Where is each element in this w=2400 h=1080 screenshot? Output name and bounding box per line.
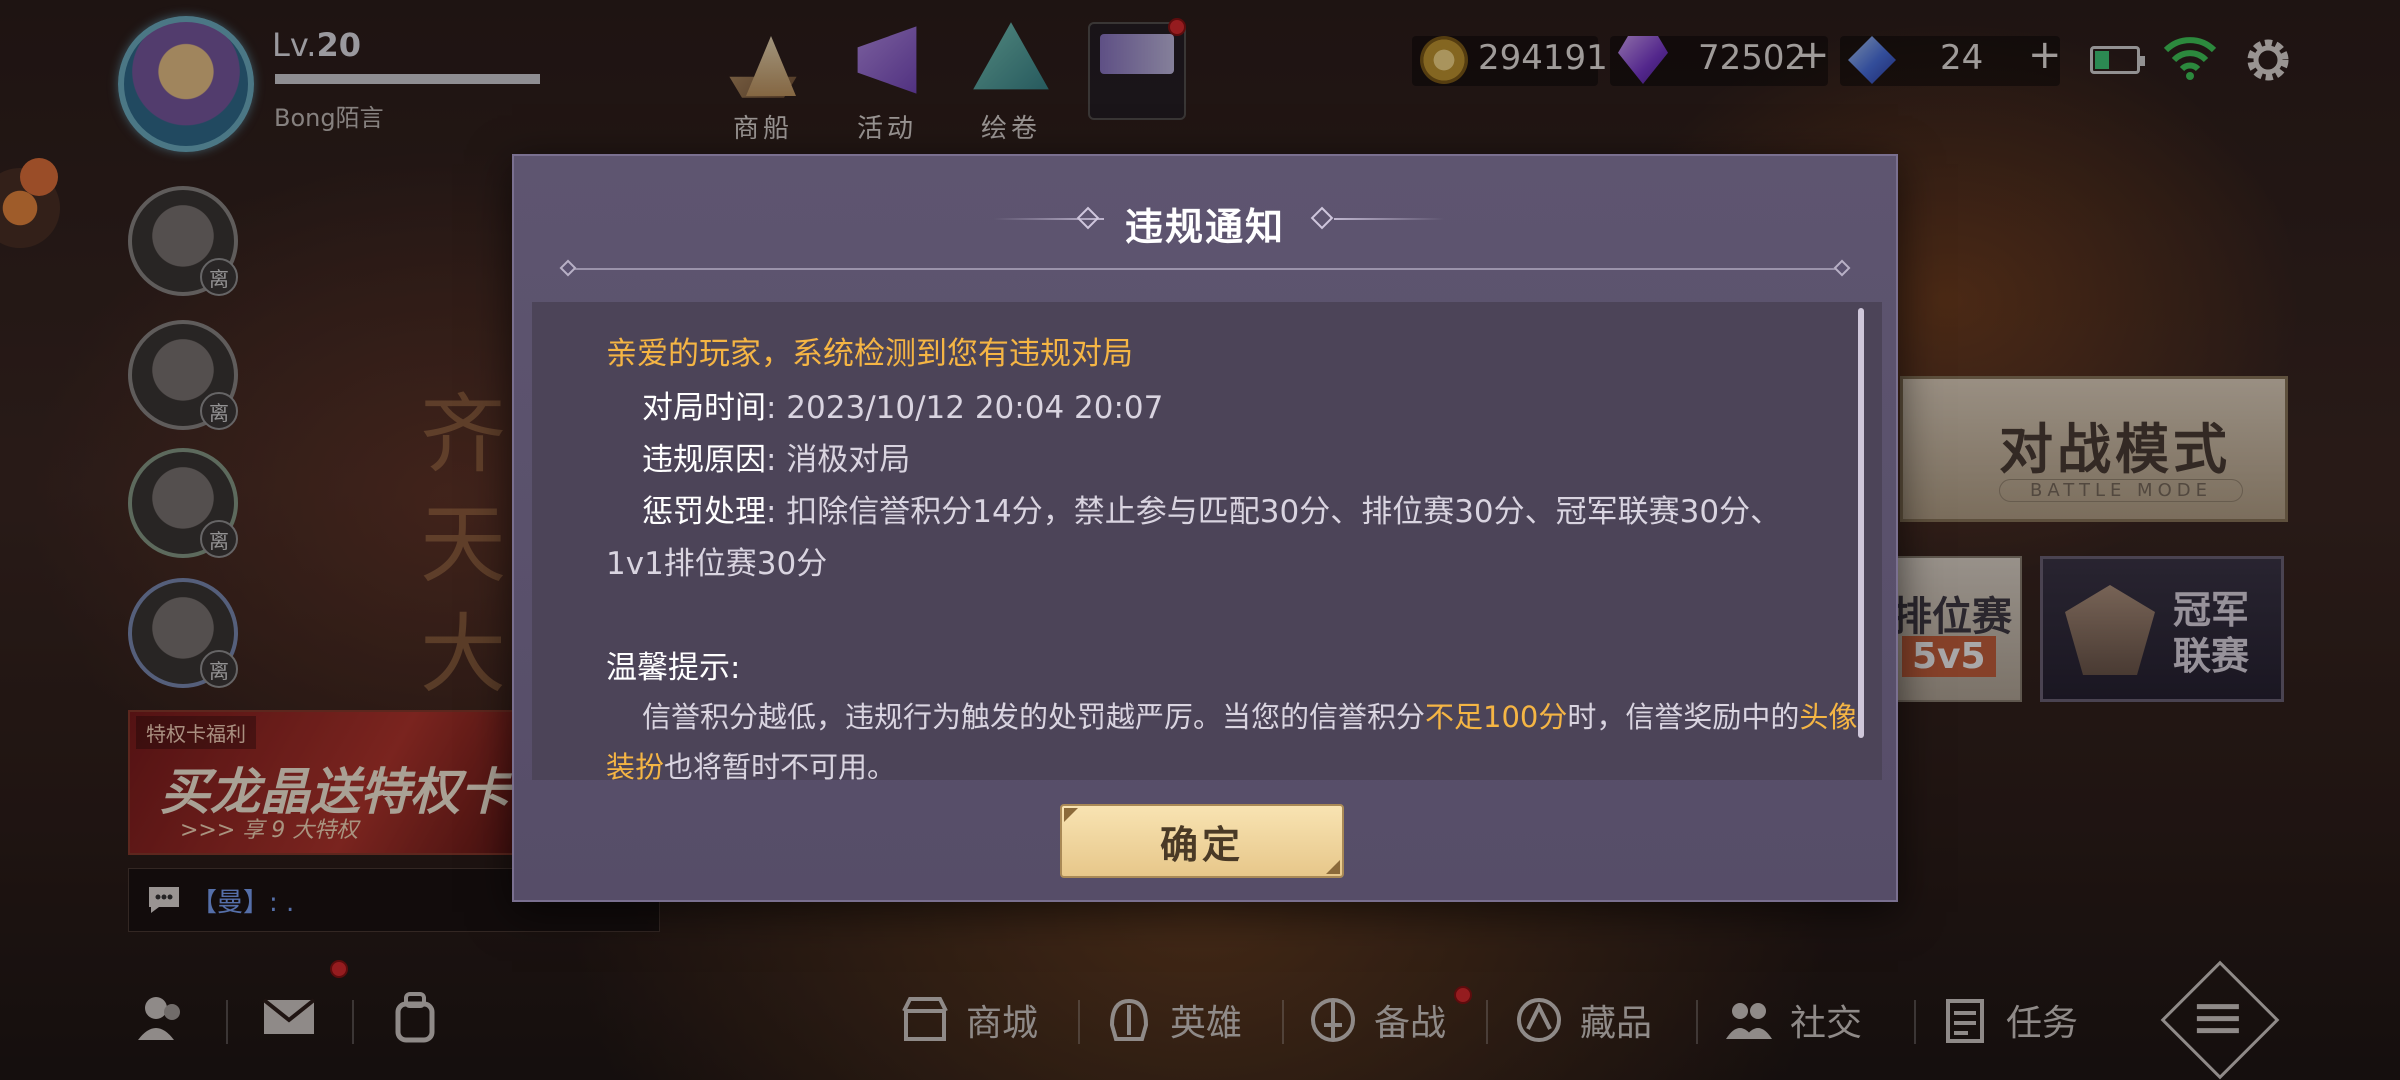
- tip-text-line2: 装扮也将暂时不可用。: [606, 750, 897, 784]
- match-time-label: 对局时间: [642, 390, 766, 426]
- penalty-value: : 扣除信誉积分14分，禁止参与匹配30分、排位赛30分、冠军联赛30分、: [766, 494, 1782, 530]
- dialog-title: 违规通知: [1124, 205, 1285, 249]
- match-time-value: : 2023/10/12 20:04 20:07: [766, 390, 1164, 426]
- dialog-scrollbar[interactable]: [1858, 308, 1864, 738]
- confirm-button[interactable]: 确定: [1060, 804, 1344, 878]
- penalty-row: 惩罚处理: 扣除信誉积分14分，禁止参与匹配30分、排位赛30分、冠军联赛30分…: [642, 486, 1781, 531]
- violation-reason-value: : 消极对局: [766, 442, 911, 478]
- greeting-text: 亲爱的玩家，系统检测到您有违规对局: [606, 336, 1133, 372]
- violation-reason-label: 违规原因: [642, 442, 766, 478]
- tip-highlight-avatar: 头像: [1799, 700, 1858, 734]
- violation-notice-dialog: 违规通知 亲爱的玩家，系统检测到您有违规对局 对局时间: 2023/10/12 …: [512, 154, 1898, 902]
- penalty-label: 惩罚处理: [642, 494, 766, 530]
- penalty-value-continued: 1v1排位赛30分: [606, 546, 828, 582]
- divider-end: [1833, 259, 1851, 277]
- tip-text-line1: 信誉积分越低，违规行为触发的处罚越严厉。当您的信誉积分不足100分时，信誉奖励中…: [642, 700, 1858, 734]
- title-ornament-right: [1334, 218, 1444, 220]
- title-divider: [568, 268, 1844, 270]
- dialog-body[interactable]: 亲爱的玩家，系统检测到您有违规对局 对局时间: 2023/10/12 20:04…: [532, 302, 1882, 784]
- match-time-row: 对局时间: 2023/10/12 20:04 20:07: [642, 382, 1163, 427]
- tip-title: 温馨提示:: [606, 650, 741, 686]
- tip-highlight-outfit: 装扮: [606, 750, 665, 784]
- violation-reason-row: 违规原因: 消极对局: [642, 434, 910, 479]
- tip-highlight-score: 不足100分: [1425, 700, 1568, 734]
- divider-end: [559, 259, 577, 277]
